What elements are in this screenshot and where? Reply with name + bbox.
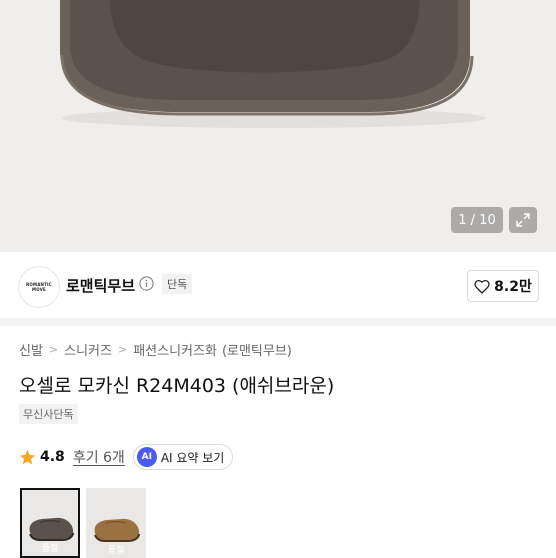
brand-name-link[interactable]: 로맨틱무브	[66, 275, 135, 296]
info-icon[interactable]	[139, 276, 154, 291]
rating-value: 4.8	[40, 449, 65, 465]
rating-row: 4.8 후기 6개 AI AI 요약 보기	[19, 443, 234, 471]
image-counter: 1 / 10	[451, 207, 503, 233]
heart-outline-icon	[474, 279, 490, 294]
exclusive-badge: 단독	[162, 274, 193, 294]
color-option-tan[interactable]: 품절	[86, 488, 146, 558]
breadcrumb-item-sneakers[interactable]: 스니커즈	[64, 340, 112, 359]
star-icon	[19, 449, 36, 464]
brand-logo[interactable]: ROMANTIC MOVE	[18, 266, 60, 308]
breadcrumb-item-shoes[interactable]: 신발	[19, 340, 43, 359]
section-divider	[0, 318, 556, 326]
sold-out-label: 품절	[41, 544, 59, 554]
brand-logo-text-2: MOVE	[32, 287, 46, 292]
breadcrumb-item-fashion-sneakers[interactable]: 패션스니커즈화	[133, 340, 217, 359]
expand-image-button[interactable]	[509, 207, 537, 233]
breadcrumb: 신발 > 스니커즈 > 패션스니커즈화 (로맨틱무브)	[19, 340, 292, 359]
sold-out-label: 품절	[107, 546, 125, 556]
exclusive-tag: 무신사단독	[19, 404, 78, 424]
product-image-carousel[interactable]: 1 / 10	[0, 0, 556, 252]
review-count-link[interactable]: 후기 6개	[73, 447, 125, 467]
brand-row: ROMANTIC MOVE 로맨틱무브 단독 8.2만	[0, 258, 556, 314]
like-count: 8.2만	[494, 279, 532, 295]
ai-summary-label: AI 요약 보기	[160, 450, 225, 465]
expand-icon	[516, 213, 530, 227]
color-option-ash-brown[interactable]: 품절	[20, 488, 80, 558]
chevron-right-icon: >	[117, 343, 128, 356]
ai-summary-button[interactable]: AI AI 요약 보기	[132, 444, 234, 470]
breadcrumb-item-brand[interactable]: (로맨틱무브)	[222, 340, 292, 359]
color-options: 품절 품절	[20, 488, 146, 558]
ai-icon: AI	[136, 447, 157, 467]
like-button[interactable]: 8.2만	[467, 270, 539, 302]
chevron-right-icon: >	[48, 343, 59, 356]
product-title: 오셀로 모카신 R24M403 (애쉬브라운)	[19, 375, 335, 397]
